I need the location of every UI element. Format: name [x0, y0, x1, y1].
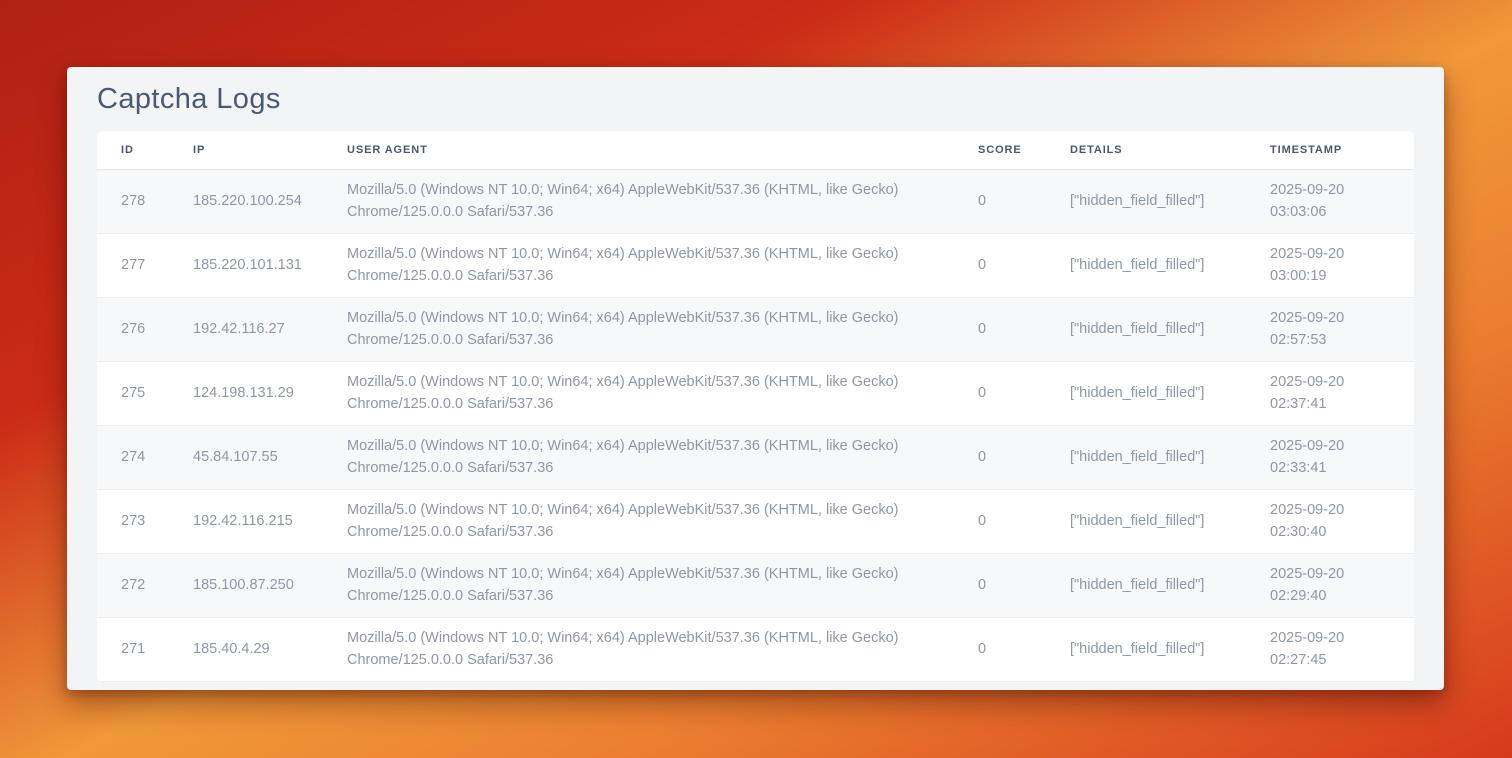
- column-header-timestamp: TIMESTAMP: [1246, 131, 1414, 169]
- cell-details: ["hidden_field_filled"]: [1046, 617, 1246, 681]
- cell-ip: 185.220.100.254: [169, 169, 323, 233]
- cell-details: ["hidden_field_filled"]: [1046, 553, 1246, 617]
- column-header-score: SCORE: [954, 131, 1046, 169]
- cell-score: 0: [954, 361, 1046, 425]
- cell-timestamp: 2025-09-20 02:29:40: [1246, 553, 1414, 617]
- cell-score: 0: [954, 425, 1046, 489]
- column-header-id: ID: [97, 131, 169, 169]
- cell-user-agent: Mozilla/5.0 (Windows NT 10.0; Win64; x64…: [323, 233, 954, 297]
- cell-details: ["hidden_field_filled"]: [1046, 425, 1246, 489]
- cell-id: 273: [97, 489, 169, 553]
- table-header: ID IP USER AGENT SCORE DETAILS TIMESTAMP: [97, 131, 1414, 169]
- table-row: 278 185.220.100.254 Mozilla/5.0 (Windows…: [97, 169, 1414, 233]
- column-header-ip: IP: [169, 131, 323, 169]
- cell-timestamp: 2025-09-20 03:00:19: [1246, 233, 1414, 297]
- cell-id: 277: [97, 233, 169, 297]
- table-row: 276 192.42.116.27 Mozilla/5.0 (Windows N…: [97, 297, 1414, 361]
- cell-user-agent: Mozilla/5.0 (Windows NT 10.0; Win64; x64…: [323, 169, 954, 233]
- page-title: Captcha Logs: [97, 82, 1414, 116]
- cell-user-agent: Mozilla/5.0 (Windows NT 10.0; Win64; x64…: [323, 425, 954, 489]
- cell-timestamp: 2025-09-20 02:30:40: [1246, 489, 1414, 553]
- cell-details: ["hidden_field_filled"]: [1046, 297, 1246, 361]
- cell-id: 275: [97, 361, 169, 425]
- cell-timestamp: 2025-09-20 02:57:53: [1246, 297, 1414, 361]
- cell-id: 278: [97, 169, 169, 233]
- logs-table: ID IP USER AGENT SCORE DETAILS TIMESTAMP…: [97, 131, 1414, 682]
- cell-details: ["hidden_field_filled"]: [1046, 489, 1246, 553]
- table-body: 278 185.220.100.254 Mozilla/5.0 (Windows…: [97, 169, 1414, 681]
- cell-id: 271: [97, 617, 169, 681]
- cell-score: 0: [954, 617, 1046, 681]
- cell-timestamp: 2025-09-20 02:27:45: [1246, 617, 1414, 681]
- cell-ip: 185.220.101.131: [169, 233, 323, 297]
- cell-timestamp: 2025-09-20 02:37:41: [1246, 361, 1414, 425]
- column-header-details: DETAILS: [1046, 131, 1246, 169]
- cell-timestamp: 2025-09-20 02:33:41: [1246, 425, 1414, 489]
- cell-id: 272: [97, 553, 169, 617]
- cell-id: 276: [97, 297, 169, 361]
- cell-score: 0: [954, 553, 1046, 617]
- cell-score: 0: [954, 297, 1046, 361]
- cell-score: 0: [954, 233, 1046, 297]
- cell-user-agent: Mozilla/5.0 (Windows NT 10.0; Win64; x64…: [323, 553, 954, 617]
- cell-user-agent: Mozilla/5.0 (Windows NT 10.0; Win64; x64…: [323, 361, 954, 425]
- cell-timestamp: 2025-09-20 03:03:06: [1246, 169, 1414, 233]
- column-header-user-agent: USER AGENT: [323, 131, 954, 169]
- table-row: 272 185.100.87.250 Mozilla/5.0 (Windows …: [97, 553, 1414, 617]
- cell-user-agent: Mozilla/5.0 (Windows NT 10.0; Win64; x64…: [323, 297, 954, 361]
- cell-details: ["hidden_field_filled"]: [1046, 233, 1246, 297]
- cell-details: ["hidden_field_filled"]: [1046, 169, 1246, 233]
- cell-id: 274: [97, 425, 169, 489]
- table-row: 273 192.42.116.215 Mozilla/5.0 (Windows …: [97, 489, 1414, 553]
- cell-score: 0: [954, 489, 1046, 553]
- table-row: 271 185.40.4.29 Mozilla/5.0 (Windows NT …: [97, 617, 1414, 681]
- table-row: 274 45.84.107.55 Mozilla/5.0 (Windows NT…: [97, 425, 1414, 489]
- cell-ip: 185.40.4.29: [169, 617, 323, 681]
- table-row: 275 124.198.131.29 Mozilla/5.0 (Windows …: [97, 361, 1414, 425]
- cell-user-agent: Mozilla/5.0 (Windows NT 10.0; Win64; x64…: [323, 489, 954, 553]
- cell-ip: 124.198.131.29: [169, 361, 323, 425]
- cell-details: ["hidden_field_filled"]: [1046, 361, 1246, 425]
- cell-score: 0: [954, 169, 1046, 233]
- cell-ip: 45.84.107.55: [169, 425, 323, 489]
- captcha-logs-card: Captcha Logs ID IP USER AGENT SCORE DETA…: [67, 67, 1444, 690]
- table-row: 277 185.220.101.131 Mozilla/5.0 (Windows…: [97, 233, 1414, 297]
- cell-user-agent: Mozilla/5.0 (Windows NT 10.0; Win64; x64…: [323, 617, 954, 681]
- cell-ip: 185.100.87.250: [169, 553, 323, 617]
- cell-ip: 192.42.116.27: [169, 297, 323, 361]
- cell-ip: 192.42.116.215: [169, 489, 323, 553]
